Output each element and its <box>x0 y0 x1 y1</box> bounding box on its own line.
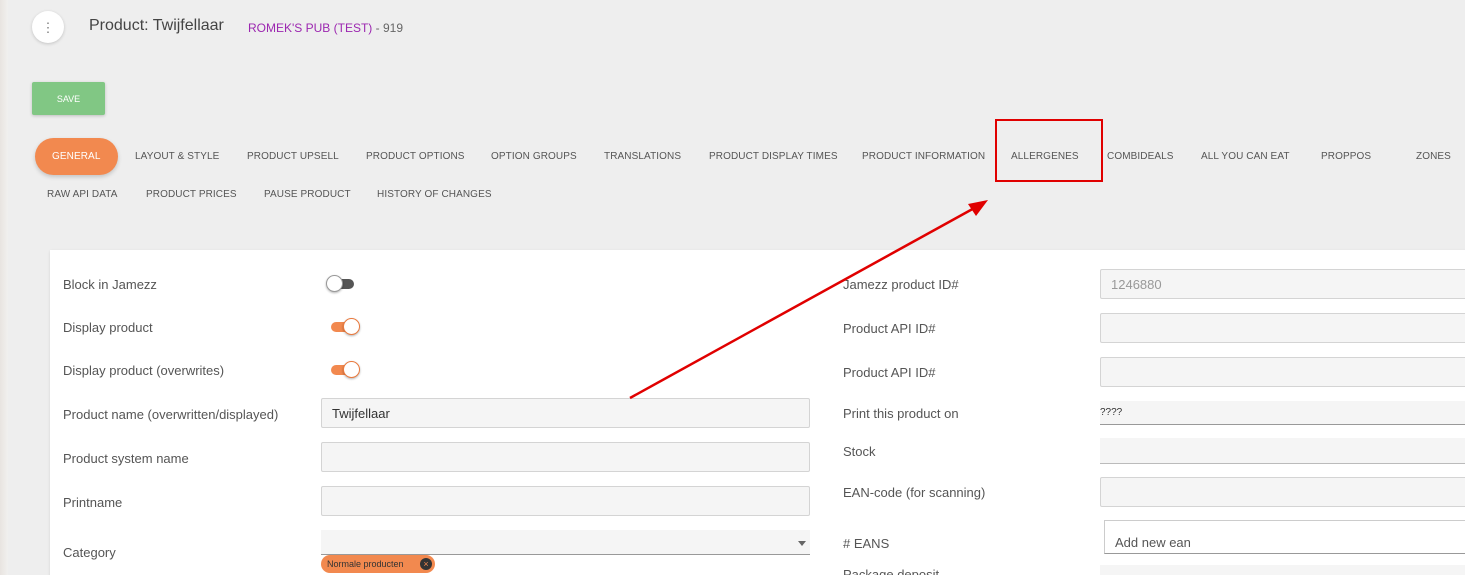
annotation-arrow <box>629 200 988 400</box>
annotation-arrow-head <box>968 200 988 216</box>
annotation-arrow-line <box>629 204 979 400</box>
